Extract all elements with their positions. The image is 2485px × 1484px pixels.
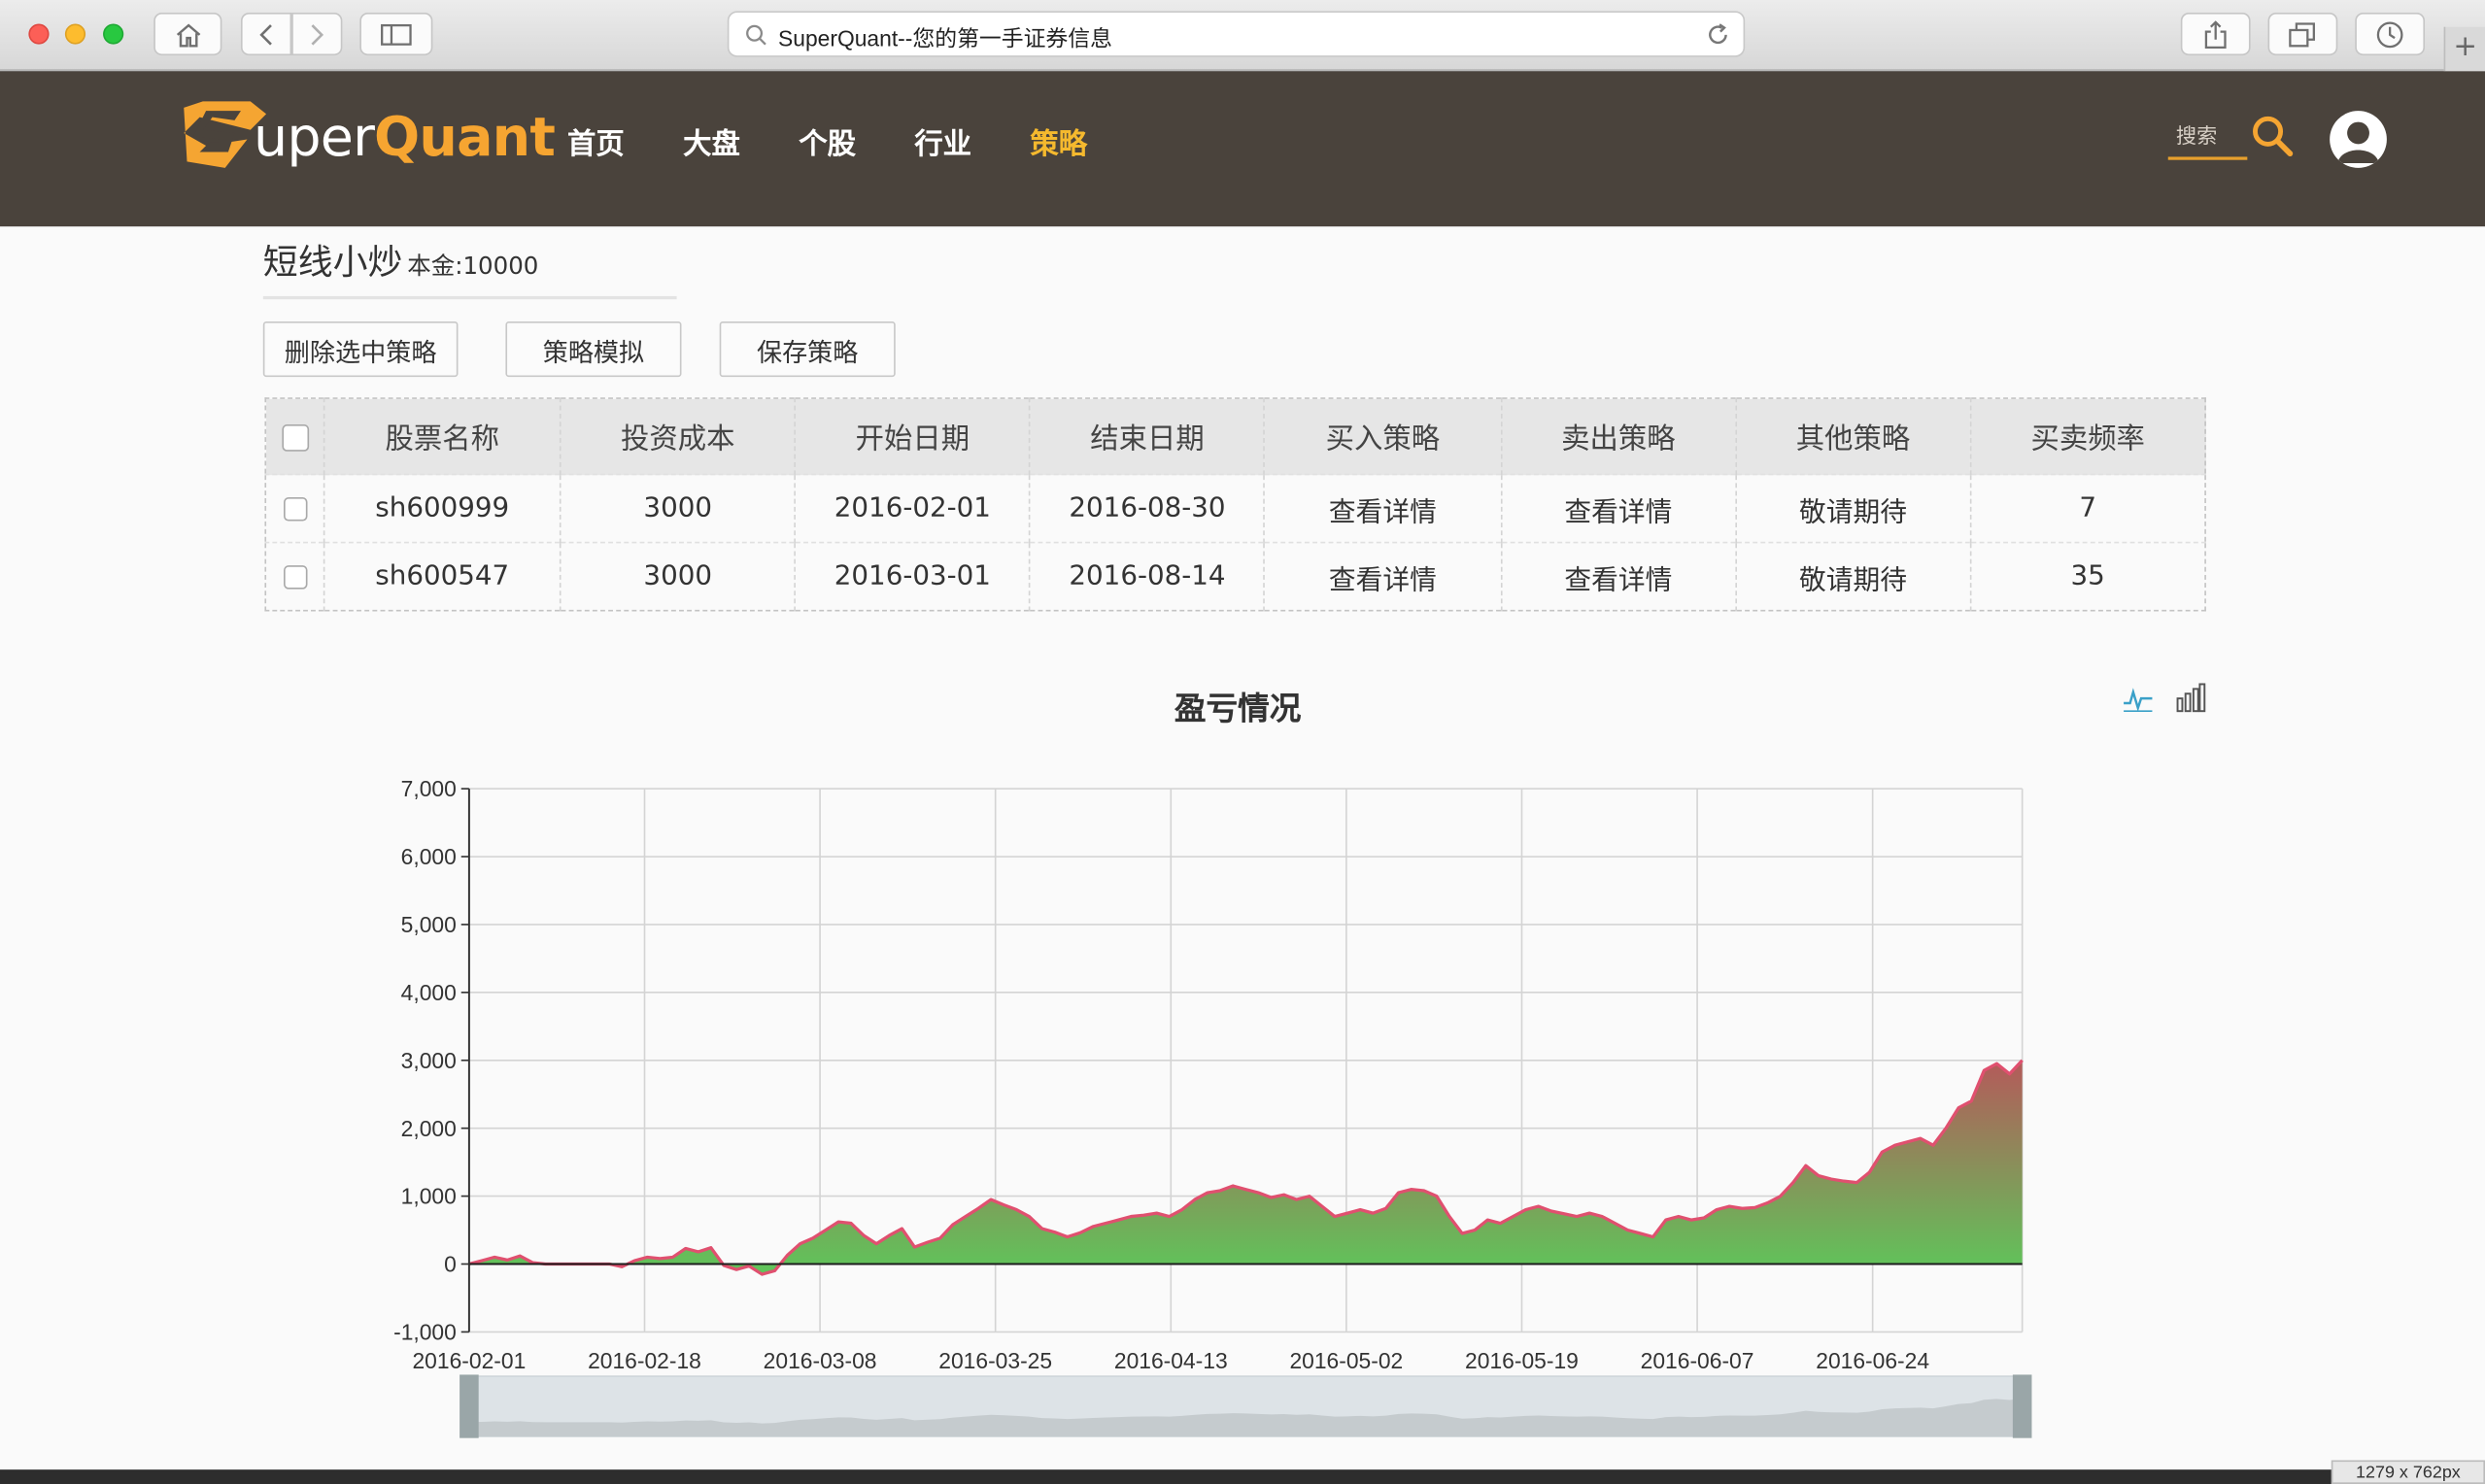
- share-button[interactable]: [2180, 13, 2251, 56]
- address-bar[interactable]: SuperQuant--您的第一手证券信息: [727, 11, 1746, 57]
- logo-text-upper: uper: [254, 106, 375, 170]
- x-tick-label: 2016-02-18: [588, 1348, 701, 1373]
- nav-item-market[interactable]: 大盘: [683, 122, 740, 163]
- logo-text-quant: Quant: [374, 106, 556, 170]
- chart-axes: -1,000 0 1,000 2,000 3,000 4,000 5,000 6,000 7,0…: [393, 776, 2023, 1373]
- y-tick-label: 1,000: [401, 1184, 457, 1209]
- y-tick-label: 4,000: [401, 980, 457, 1005]
- y-tick-label: 0: [444, 1252, 457, 1277]
- x-tick-label: 2016-05-19: [1465, 1348, 1579, 1373]
- reload-icon[interactable]: [1705, 22, 1730, 48]
- sidebar-button[interactable]: [359, 13, 433, 56]
- close-window-button[interactable]: [28, 23, 50, 45]
- chart-series: [468, 1059, 2024, 1276]
- nav-item-stocks[interactable]: 个股: [799, 122, 856, 163]
- clock-icon: [2376, 20, 2403, 48]
- main-nav: 首页 大盘 个股 行业 策略: [567, 122, 1145, 163]
- window-size-badge: 1279 x 762px: [2331, 1460, 2485, 1484]
- nav-item-home[interactable]: 首页: [567, 122, 625, 163]
- search-input[interactable]: 搜索: [2167, 116, 2248, 160]
- nav-item-industry[interactable]: 行业: [914, 122, 971, 163]
- search-placeholder: 搜索: [2175, 124, 2218, 150]
- x-tick-label: 2016-06-24: [1816, 1348, 1929, 1373]
- sidebar-icon: [381, 23, 412, 45]
- chevron-left-icon: [259, 23, 272, 45]
- address-text: SuperQuant--您的第一手证券信息: [778, 25, 1112, 51]
- y-tick-label: 7,000: [401, 776, 457, 801]
- new-tab-button[interactable]: +: [2443, 26, 2485, 72]
- home-button[interactable]: [153, 13, 222, 56]
- x-tick-label: 2016-02-01: [412, 1348, 526, 1373]
- series-area: [468, 1060, 2023, 1275]
- nav-item-strategy[interactable]: 策略: [1030, 122, 1087, 163]
- search-icon: [746, 24, 766, 46]
- y-tick-label: 6,000: [401, 844, 457, 869]
- back-button[interactable]: [240, 13, 292, 56]
- main-content: 短线小炒 本金:10000 删除选中策略 策略模拟 保存策略 股票名称 投资成本 …: [0, 226, 2485, 1470]
- y-tick-label: 2,000: [401, 1116, 457, 1141]
- y-tick-label: -1,000: [393, 1320, 457, 1345]
- home-icon: [176, 22, 200, 47]
- user-avatar[interactable]: [2330, 111, 2387, 168]
- site-header: uperQuant 首页 大盘 个股 行业 策略 搜索: [0, 71, 2485, 227]
- x-tick-label: 2016-03-25: [938, 1348, 1052, 1373]
- chevron-right-icon: [311, 23, 324, 45]
- logo[interactable]: uperQuant: [171, 98, 556, 178]
- x-tick-label: 2016-05-02: [1289, 1348, 1403, 1373]
- zoom-handle-left[interactable]: [460, 1374, 479, 1438]
- y-tick-label: 3,000: [401, 1048, 457, 1073]
- zoom-window-button[interactable]: [103, 23, 124, 45]
- minimize-window-button[interactable]: [64, 23, 86, 45]
- share-icon: [2204, 19, 2227, 49]
- zoom-handle-right[interactable]: [2012, 1374, 2032, 1438]
- x-tick-label: 2016-04-13: [1114, 1348, 1228, 1373]
- data-zoom-slider[interactable]: [460, 1374, 2032, 1438]
- search-icon[interactable]: [2251, 114, 2296, 158]
- tabs-overview-icon: [2289, 21, 2315, 47]
- x-tick-label: 2016-06-07: [1641, 1348, 1754, 1373]
- user-icon: [2337, 121, 2379, 163]
- tabs-button[interactable]: [2267, 13, 2338, 56]
- profit-loss-chart: -1,000 0 1,000 2,000 3,000 4,000 5,000 6,000 7,0…: [393, 776, 2032, 1438]
- screen: SuperQuant--您的第一手证券信息 + uperQuant 首页 大盘 …: [0, 0, 2485, 1484]
- forward-button[interactable]: [291, 13, 343, 56]
- y-tick-label: 5,000: [401, 912, 457, 937]
- history-button[interactable]: [2355, 13, 2426, 56]
- logo-text: uperQuant: [254, 106, 556, 170]
- browser-toolbar: SuperQuant--您的第一手证券信息 +: [0, 0, 2485, 72]
- x-tick-label: 2016-03-08: [764, 1348, 877, 1373]
- status-bar: [0, 1469, 2485, 1484]
